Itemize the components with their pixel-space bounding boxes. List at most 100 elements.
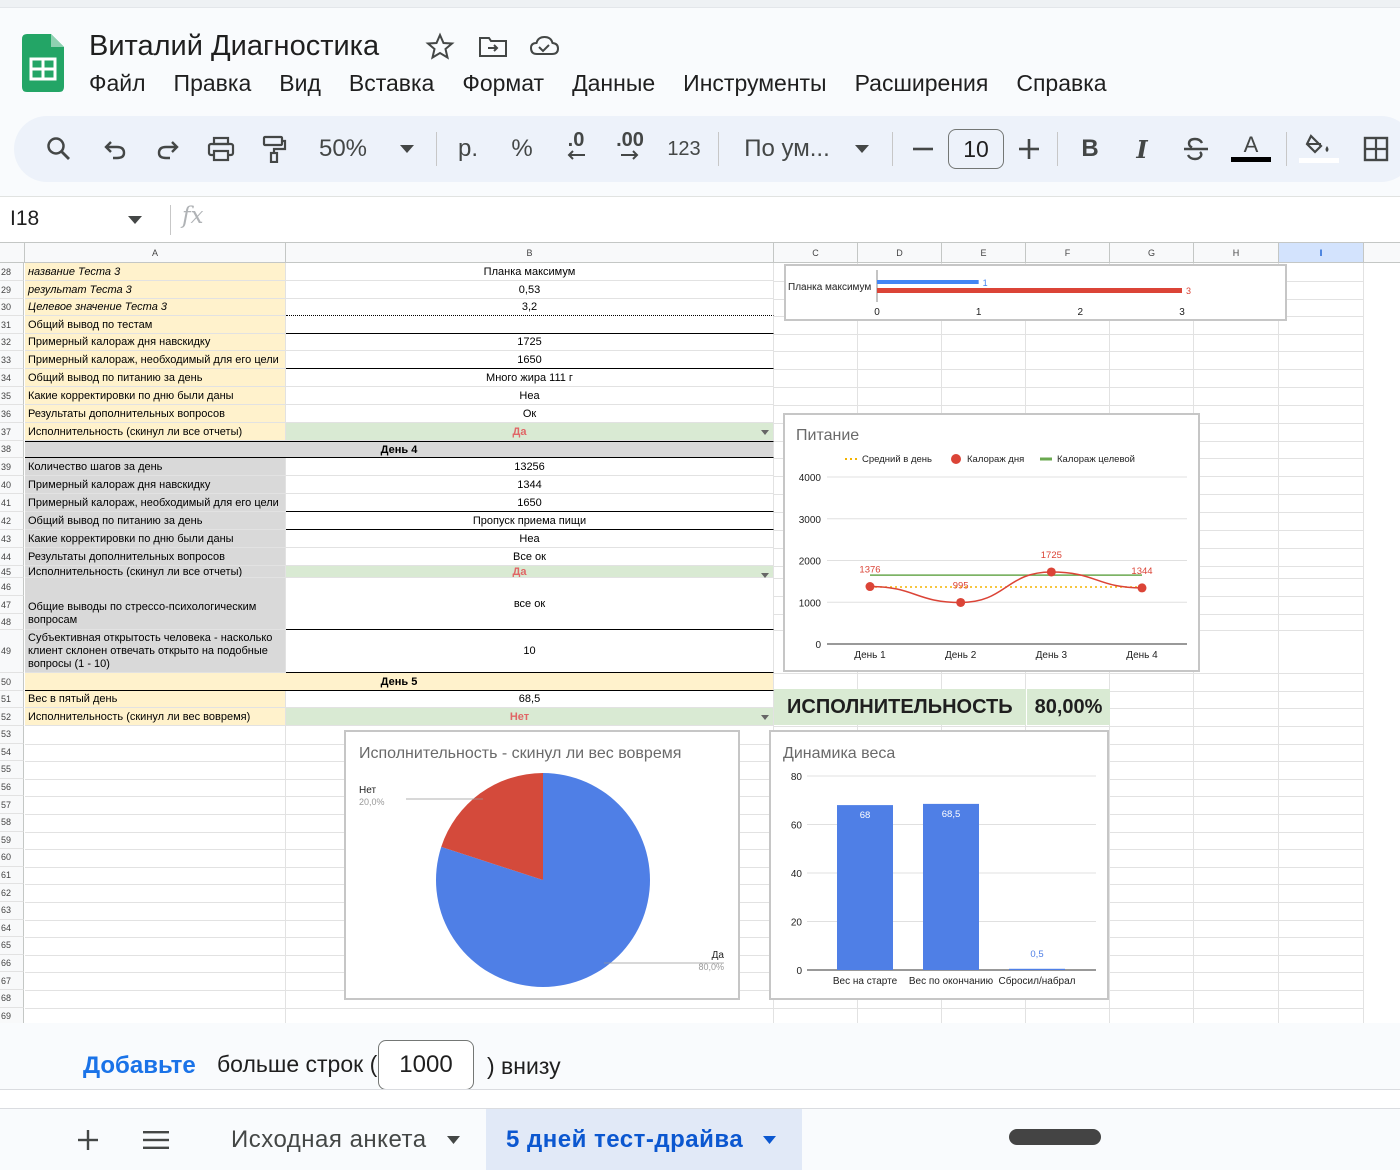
row-number[interactable]: 48 [0, 614, 24, 630]
column-header-b[interactable]: B [286, 243, 774, 263]
cell-a49[interactable]: Субъективная открытость человека - наско… [25, 630, 286, 673]
cloud-saved-icon[interactable] [528, 32, 560, 60]
menu-format[interactable]: Формат [462, 70, 544, 97]
cell-a36[interactable]: Результаты дополнительных вопросов [25, 405, 286, 423]
cell-b49[interactable]: 10 [286, 630, 774, 673]
row-number[interactable]: 57 [0, 796, 24, 814]
bold-button[interactable]: B [1074, 116, 1106, 182]
currency-format-button[interactable]: р. [452, 116, 484, 182]
cell-a28[interactable]: название Теста 3 [25, 263, 286, 281]
row-number[interactable]: 49 [0, 630, 24, 673]
column-header-h[interactable]: H [1194, 243, 1279, 263]
cell-b35[interactable]: Неа [286, 387, 774, 405]
fill-color-icon[interactable] [1298, 114, 1340, 180]
undo-icon[interactable] [96, 116, 134, 182]
column-header-g[interactable]: G [1110, 243, 1194, 263]
cell-b28[interactable]: Планка максимум [286, 263, 774, 281]
row-number[interactable]: 31 [0, 316, 24, 334]
row-number[interactable]: 28 [0, 263, 24, 281]
row-number[interactable]: 50 [0, 673, 24, 691]
cell-b45[interactable]: Да [286, 566, 774, 578]
cell-b29[interactable]: 0,53 [286, 281, 774, 299]
increase-font-size-icon[interactable] [1014, 116, 1044, 182]
document-title[interactable]: Виталий Диагностика [89, 30, 379, 63]
cell-a34[interactable]: Общий вывод по питанию за день [25, 369, 286, 387]
column-header-f[interactable]: F [1026, 243, 1110, 263]
row-number[interactable]: 43 [0, 530, 24, 548]
font-dropdown-icon[interactable] [850, 116, 874, 182]
row-number[interactable]: 59 [0, 831, 24, 850]
dropdown-chip-icon[interactable] [761, 430, 769, 435]
cell-b39[interactable]: 13256 [286, 458, 774, 476]
strikethrough-icon[interactable] [1180, 116, 1212, 182]
sheet-tab-intake[interactable]: Исходная анкета [231, 1109, 460, 1170]
row-number[interactable]: 32 [0, 334, 24, 351]
cell-b31[interactable] [286, 316, 774, 334]
cell-b43[interactable]: Неа [286, 530, 774, 548]
column-header-e[interactable]: E [942, 243, 1026, 263]
cell-a40[interactable]: Примерный калораж дня навскидку [25, 476, 286, 494]
menu-edit[interactable]: Правка [174, 70, 252, 97]
add-rows-button[interactable]: Добавьте [83, 1052, 196, 1080]
row-number[interactable]: 69 [0, 1007, 24, 1023]
cell-a33[interactable]: Примерный калораж, необходимый для его ц… [25, 351, 286, 369]
row-number[interactable]: 58 [0, 814, 24, 832]
dropdown-chip-icon[interactable] [761, 715, 769, 720]
cell-b42[interactable]: Пропуск приема пищи [286, 512, 774, 530]
cell-b51[interactable]: 68,5 [286, 691, 774, 708]
print-icon[interactable] [202, 116, 240, 182]
add-rows-count-input[interactable]: 1000 [378, 1040, 474, 1090]
row-number[interactable]: 64 [0, 919, 24, 938]
search-menus-icon[interactable] [40, 116, 78, 182]
row-number[interactable]: 45 [0, 566, 24, 578]
name-box-dropdown-icon[interactable] [128, 216, 142, 224]
row-number[interactable]: 44 [0, 548, 24, 566]
cell-a39[interactable]: Количество шагов за день [25, 458, 286, 476]
redo-icon[interactable] [149, 116, 187, 182]
cell-a46[interactable]: Общие выводы по стрессо-психологическим … [25, 578, 286, 630]
more-formats-button[interactable]: 123 [664, 116, 704, 182]
menu-extensions[interactable]: Расширения [855, 70, 989, 97]
font-size-input[interactable]: 10 [948, 129, 1004, 169]
sheet-tab-test-drive[interactable]: 5 дней тест-драйва [486, 1109, 802, 1170]
performance-label[interactable]: ИСПОЛНИТЕЛЬНОСТЬ [774, 689, 1026, 725]
cell-b37[interactable]: Да [286, 423, 774, 441]
cell-b41[interactable]: 1650 [286, 494, 774, 512]
row-number[interactable]: 42 [0, 512, 24, 530]
row-number[interactable]: 53 [0, 726, 24, 744]
row-number[interactable]: 56 [0, 778, 24, 797]
cell-a51[interactable]: Вес в пятый день [25, 691, 286, 708]
decrease-decimal-button[interactable]: .0 [556, 112, 596, 178]
row-number[interactable]: 63 [0, 902, 24, 920]
cell-a45[interactable]: Исполнительность (скинул ли все отчеты) [25, 566, 286, 578]
column-header-i[interactable]: I [1279, 243, 1364, 263]
menu-help[interactable]: Справка [1016, 70, 1106, 97]
cell-day4-header[interactable]: День 4 [25, 441, 774, 458]
increase-decimal-button[interactable]: .00 [608, 112, 652, 178]
menu-insert[interactable]: Вставка [349, 70, 435, 97]
paint-format-icon[interactable] [255, 116, 293, 182]
cell-b46[interactable]: все ок [286, 578, 774, 630]
cell-a32[interactable]: Примерный калораж дня навскидку [25, 334, 286, 351]
cell-b36[interactable]: Ок [286, 405, 774, 423]
menu-tools[interactable]: Инструменты [683, 70, 826, 97]
row-number[interactable]: 34 [0, 369, 24, 387]
row-number[interactable]: 39 [0, 458, 24, 476]
cell-b32[interactable]: 1725 [286, 334, 774, 351]
all-sheets-menu-icon[interactable] [143, 1109, 171, 1170]
cell-b33[interactable]: 1650 [286, 351, 774, 369]
row-number[interactable]: 37 [0, 423, 24, 441]
cell-b40[interactable]: 1344 [286, 476, 774, 494]
cell-a30[interactable]: Целевое значение Теста 3 [25, 299, 286, 316]
cell-a44[interactable]: Результаты дополнительных вопросов [25, 548, 286, 566]
column-header-a[interactable]: A [25, 243, 286, 263]
horizontal-scrollbar[interactable] [0, 1089, 1400, 1109]
cell-a41[interactable]: Примерный калораж, необходимый для его ц… [25, 494, 286, 512]
cell-b30[interactable]: 3,2 [286, 299, 774, 316]
row-number[interactable]: 38 [0, 441, 24, 458]
font-select[interactable]: По ум... [740, 116, 834, 182]
menu-file[interactable]: Файл [89, 70, 146, 97]
italic-button[interactable]: I [1126, 116, 1158, 182]
star-icon[interactable] [424, 32, 456, 60]
cell-a31[interactable]: Общий вывод по тестам [25, 316, 286, 334]
